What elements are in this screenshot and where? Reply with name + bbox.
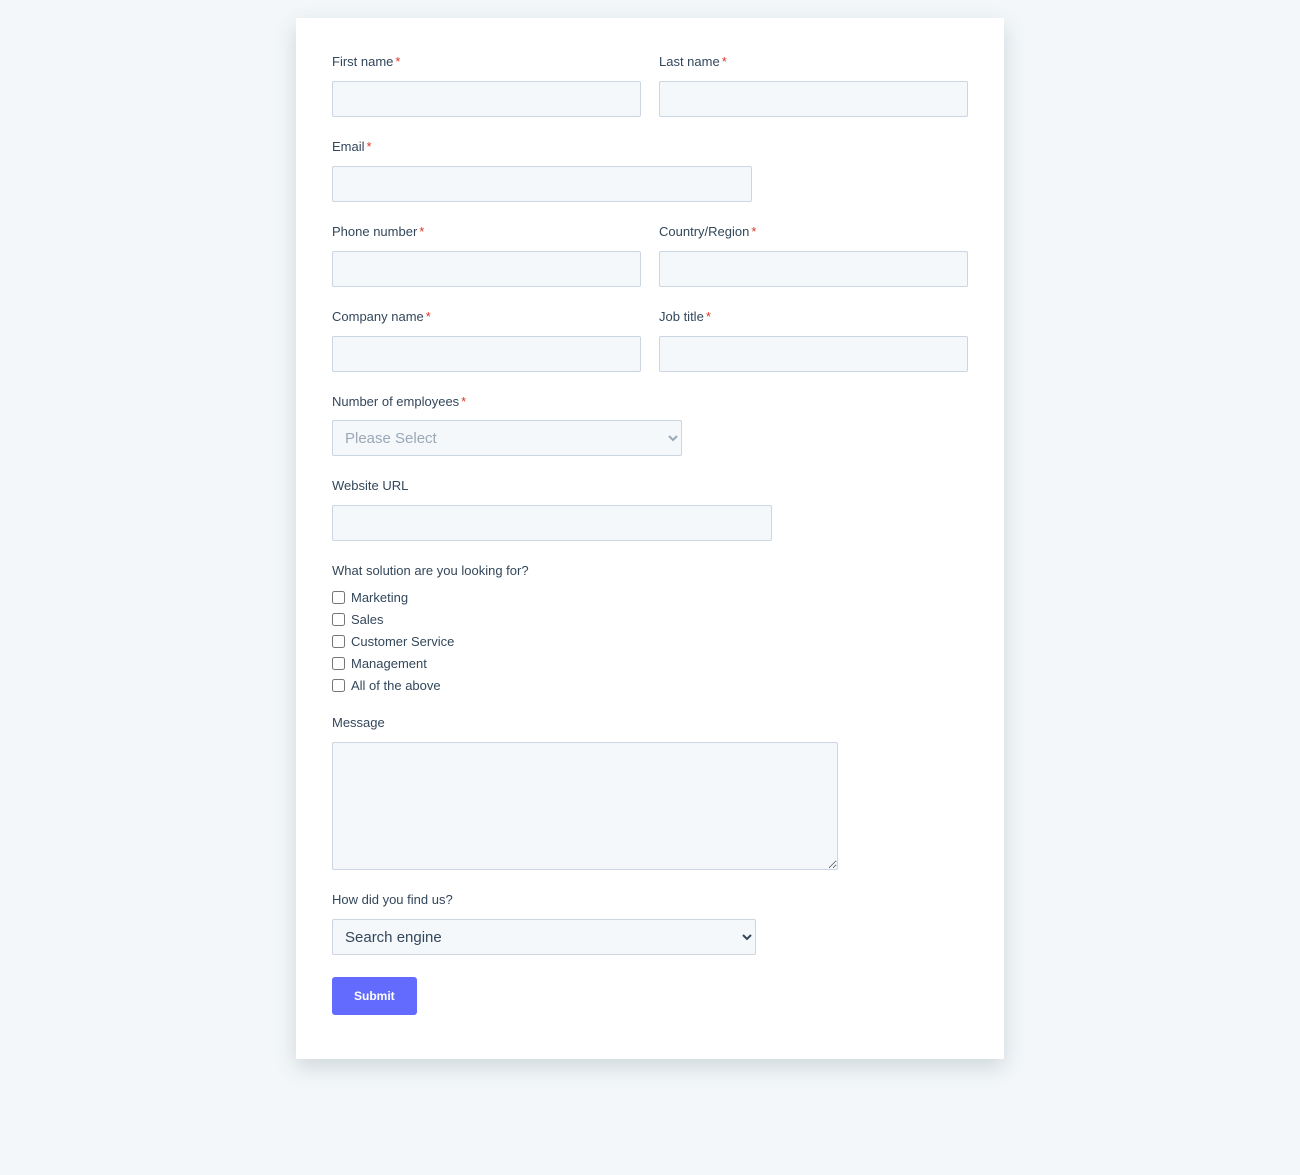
phone-label: Phone number* [332,224,641,241]
email-label: Email* [332,139,752,156]
phone-input[interactable] [332,251,641,287]
submit-button[interactable]: Submit [332,977,417,1015]
first-name-field: First name* [332,54,641,117]
required-mark: * [419,224,424,239]
solution-option-label: Marketing [351,590,408,605]
first-name-label: First name* [332,54,641,71]
job-title-input[interactable] [659,336,968,372]
solution-checkbox-customer-service[interactable] [332,635,345,648]
country-input[interactable] [659,251,968,287]
solution-option-management[interactable]: Management [332,656,968,671]
last-name-label: Last name* [659,54,968,71]
company-label: Company name* [332,309,641,326]
required-mark: * [706,309,711,324]
solution-checkbox-marketing[interactable] [332,591,345,604]
country-label: Country/Region* [659,224,968,241]
solution-option-label: All of the above [351,678,441,693]
employees-field: Number of employees* Please Select [332,394,682,457]
source-label: How did you find us? [332,892,756,909]
first-name-input[interactable] [332,81,641,117]
website-input[interactable] [332,505,772,541]
solution-checkbox-sales[interactable] [332,613,345,626]
required-mark: * [751,224,756,239]
employees-select[interactable]: Please Select [332,420,682,456]
email-input[interactable] [332,166,752,202]
solution-checkbox-all[interactable] [332,679,345,692]
solution-option-all[interactable]: All of the above [332,678,968,693]
company-input[interactable] [332,336,641,372]
required-mark: * [395,54,400,69]
message-label: Message [332,715,838,732]
source-select[interactable]: Search engine [332,919,756,955]
company-field: Company name* [332,309,641,372]
required-mark: * [722,54,727,69]
job-title-field: Job title* [659,309,968,372]
last-name-field: Last name* [659,54,968,117]
solution-option-label: Sales [351,612,384,627]
solution-option-marketing[interactable]: Marketing [332,590,968,605]
employees-label: Number of employees* [332,394,682,411]
required-mark: * [367,139,372,154]
job-title-label: Job title* [659,309,968,326]
solution-option-label: Management [351,656,427,671]
solution-option-label: Customer Service [351,634,454,649]
source-field: How did you find us? Search engine [332,892,756,955]
solution-option-customer-service[interactable]: Customer Service [332,634,968,649]
required-mark: * [461,394,466,409]
solution-option-sales[interactable]: Sales [332,612,968,627]
website-field: Website URL [332,478,772,541]
message-textarea[interactable] [332,742,838,870]
message-field: Message [332,715,838,870]
solution-group: What solution are you looking for? Marke… [332,563,968,693]
solution-checkbox-management[interactable] [332,657,345,670]
email-field: Email* [332,139,752,202]
phone-field: Phone number* [332,224,641,287]
country-field: Country/Region* [659,224,968,287]
solution-label: What solution are you looking for? [332,563,968,578]
last-name-input[interactable] [659,81,968,117]
website-label: Website URL [332,478,772,495]
contact-form-card: First name* Last name* Email* [296,18,1004,1059]
required-mark: * [426,309,431,324]
